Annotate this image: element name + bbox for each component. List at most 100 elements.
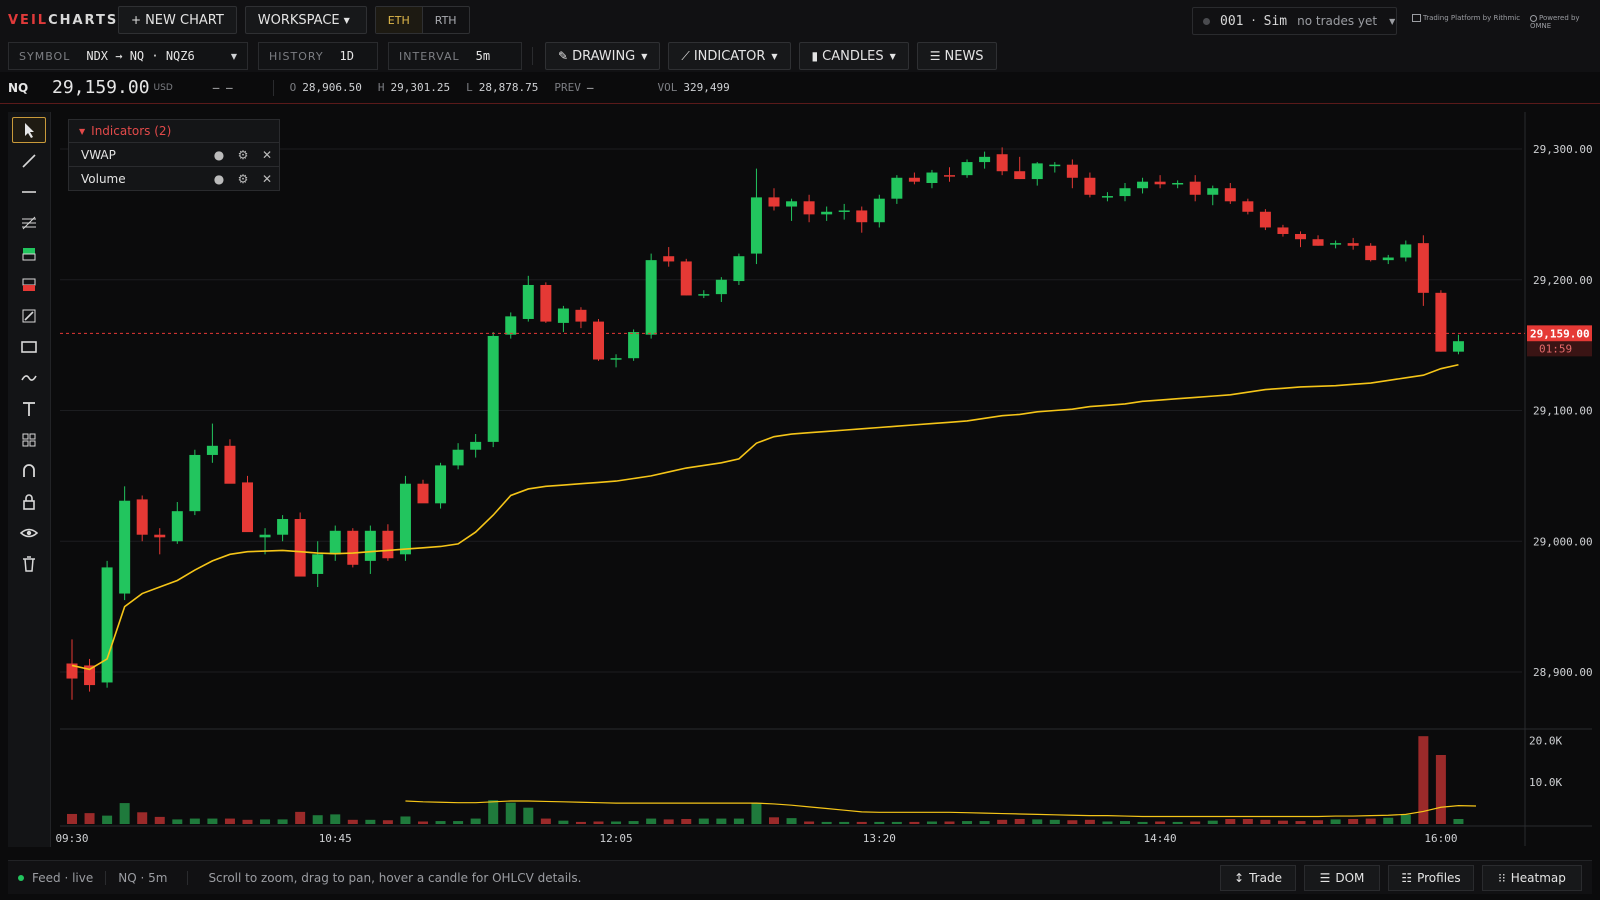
candle-body[interactable] <box>1154 181 1166 185</box>
indicators-header[interactable]: ▼ Indicators (2) <box>69 120 279 142</box>
candle-body[interactable] <box>891 177 903 199</box>
symbol-selector[interactable]: SYMBOL NDX → NQ · NQZ6 ▼ <box>8 42 248 70</box>
magnet-tool[interactable] <box>12 458 46 484</box>
candle-body[interactable] <box>540 284 552 322</box>
brush-tool[interactable] <box>12 365 46 391</box>
session-eth-button[interactable]: ETH <box>375 7 423 33</box>
candle-body[interactable] <box>189 454 201 512</box>
candle-body[interactable] <box>557 308 569 323</box>
candle-body[interactable] <box>364 530 376 561</box>
candle-body[interactable] <box>470 441 482 450</box>
delete-drawings-tool[interactable] <box>12 551 46 577</box>
candle-body[interactable] <box>768 197 780 207</box>
candle-body[interactable] <box>786 201 798 207</box>
candles-button[interactable]: ▮ CANDLES ▼ <box>798 42 909 70</box>
candle-body[interactable] <box>803 201 815 215</box>
trendline-tool[interactable] <box>12 148 46 174</box>
heatmap-button[interactable]: ⁝⁝ Heatmap <box>1482 865 1582 891</box>
candle-body[interactable] <box>1014 171 1026 180</box>
candle-body[interactable] <box>750 197 762 254</box>
visibility-tool[interactable] <box>12 520 46 546</box>
candle-body[interactable] <box>1119 188 1131 197</box>
candle-body[interactable] <box>979 156 991 163</box>
candle-body[interactable] <box>136 499 148 535</box>
candle-body[interactable] <box>1400 244 1412 258</box>
candle-body[interactable] <box>1066 164 1078 178</box>
candle-body[interactable] <box>593 321 604 360</box>
candle-body[interactable] <box>1207 188 1219 195</box>
candle-body[interactable] <box>382 530 394 559</box>
settings-gear-icon[interactable]: ⚙ <box>231 172 255 186</box>
lock-tool[interactable] <box>12 489 46 515</box>
candle-body[interactable] <box>487 335 499 442</box>
candle-body[interactable] <box>171 511 183 542</box>
candle-body[interactable] <box>873 198 885 223</box>
long-position-tool[interactable] <box>12 241 46 267</box>
drawing-button[interactable]: ✎ DRAWING ▼ <box>545 42 661 70</box>
candle-body[interactable] <box>996 154 1008 172</box>
app-logo[interactable]: VEILCHARTS <box>8 13 118 28</box>
candle-body[interactable] <box>1365 245 1377 261</box>
candle-body[interactable] <box>610 358 622 360</box>
candle-body[interactable] <box>417 483 429 504</box>
candle-body[interactable] <box>1277 227 1289 234</box>
parallel-channel-tool[interactable] <box>12 210 46 236</box>
news-button[interactable]: ☰ NEWS <box>916 42 997 70</box>
candle-body[interactable] <box>961 162 973 176</box>
candle-body[interactable] <box>926 172 938 183</box>
candle-body[interactable] <box>1259 211 1271 228</box>
candle-body[interactable] <box>505 316 517 335</box>
candle-body[interactable] <box>908 177 920 182</box>
candle-body[interactable] <box>944 175 955 177</box>
candle-body[interactable] <box>1417 243 1429 293</box>
candle-body[interactable] <box>1189 181 1201 195</box>
price-chart[interactable]: 29,300.00 29,200.00 29,100.00 29,000.00 28,9… <box>0 104 1600 860</box>
candle-body[interactable] <box>1452 341 1464 352</box>
candle-body[interactable] <box>838 210 850 212</box>
candle-body[interactable] <box>1347 243 1359 246</box>
account-selector[interactable]: 001 · Sim no trades yet ▼ <box>1192 7 1397 35</box>
candle-body[interactable] <box>312 554 324 574</box>
workspace-button[interactable]: WORKSPACE ▼ <box>244 6 367 34</box>
candle-body[interactable] <box>1330 243 1342 245</box>
candle-body[interactable] <box>645 260 657 335</box>
candle-body[interactable] <box>1084 177 1096 195</box>
interval-selector[interactable]: INTERVAL 5m <box>388 42 522 70</box>
visibility-dot-icon[interactable]: ● <box>207 172 231 186</box>
horizontal-line-tool[interactable] <box>12 179 46 205</box>
candle-body[interactable] <box>698 294 710 296</box>
measure-tool[interactable] <box>12 303 46 329</box>
patterns-tool[interactable] <box>12 427 46 453</box>
candle-body[interactable] <box>1435 292 1447 352</box>
candle-body[interactable] <box>522 284 534 319</box>
dom-button[interactable]: ☰ DOM <box>1304 865 1380 891</box>
candle-body[interactable] <box>347 530 359 565</box>
candle-body[interactable] <box>821 211 833 215</box>
profiles-button[interactable]: ☷ Profiles <box>1388 865 1474 891</box>
candle-body[interactable] <box>1312 239 1324 246</box>
candle-body[interactable] <box>733 256 745 282</box>
cursor-tool[interactable] <box>12 117 46 143</box>
candle-body[interactable] <box>452 449 464 466</box>
candle-body[interactable] <box>1382 257 1394 261</box>
candle-body[interactable] <box>1101 196 1113 198</box>
candle-body[interactable] <box>242 482 253 533</box>
candle-body[interactable] <box>628 332 640 359</box>
candle-body[interactable] <box>329 530 341 555</box>
text-tool[interactable] <box>12 396 46 422</box>
candle-body[interactable] <box>101 567 113 683</box>
indicator-button[interactable]: ⟋ INDICATOR ▼ <box>668 42 791 70</box>
new-chart-button[interactable]: + NEW CHART <box>118 6 237 34</box>
candle-body[interactable] <box>1242 201 1254 212</box>
session-rth-button[interactable]: RTH <box>423 7 469 33</box>
candle-body[interactable] <box>154 534 166 538</box>
visibility-dot-icon[interactable]: ● <box>207 148 231 162</box>
settings-gear-icon[interactable]: ⚙ <box>231 148 255 162</box>
candle-body[interactable] <box>259 534 271 538</box>
candle-body[interactable] <box>206 445 218 455</box>
candle-body[interactable] <box>224 445 236 484</box>
candle-body[interactable] <box>294 519 306 577</box>
candle-body[interactable] <box>1031 163 1043 180</box>
candle-body[interactable] <box>715 279 727 295</box>
candle-body[interactable] <box>1049 164 1061 167</box>
